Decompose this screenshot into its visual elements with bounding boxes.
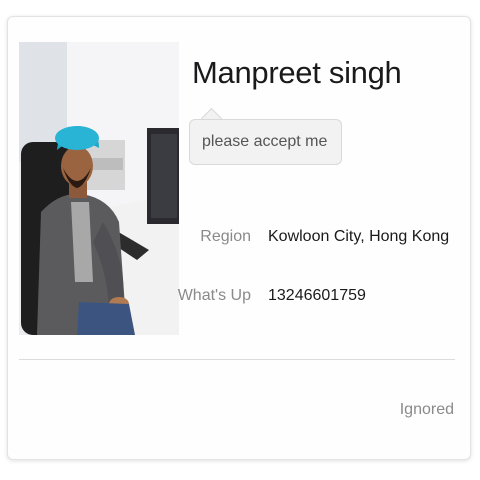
whats-up-value: 13246601759: [268, 287, 366, 304]
profile-photo: [19, 42, 179, 335]
friend-request-card: Manpreet singh please accept me Region K…: [7, 16, 471, 460]
region-value: Kowloon City, Hong Kong: [268, 228, 450, 245]
region-label: Region: [200, 228, 251, 245]
contact-name: Manpreet singh: [192, 55, 402, 90]
whats-up-label: What's Up: [177, 287, 251, 304]
ignored-status: Ignored: [399, 401, 454, 418]
request-message-bubble: please accept me: [189, 119, 343, 165]
divider: [19, 359, 455, 360]
